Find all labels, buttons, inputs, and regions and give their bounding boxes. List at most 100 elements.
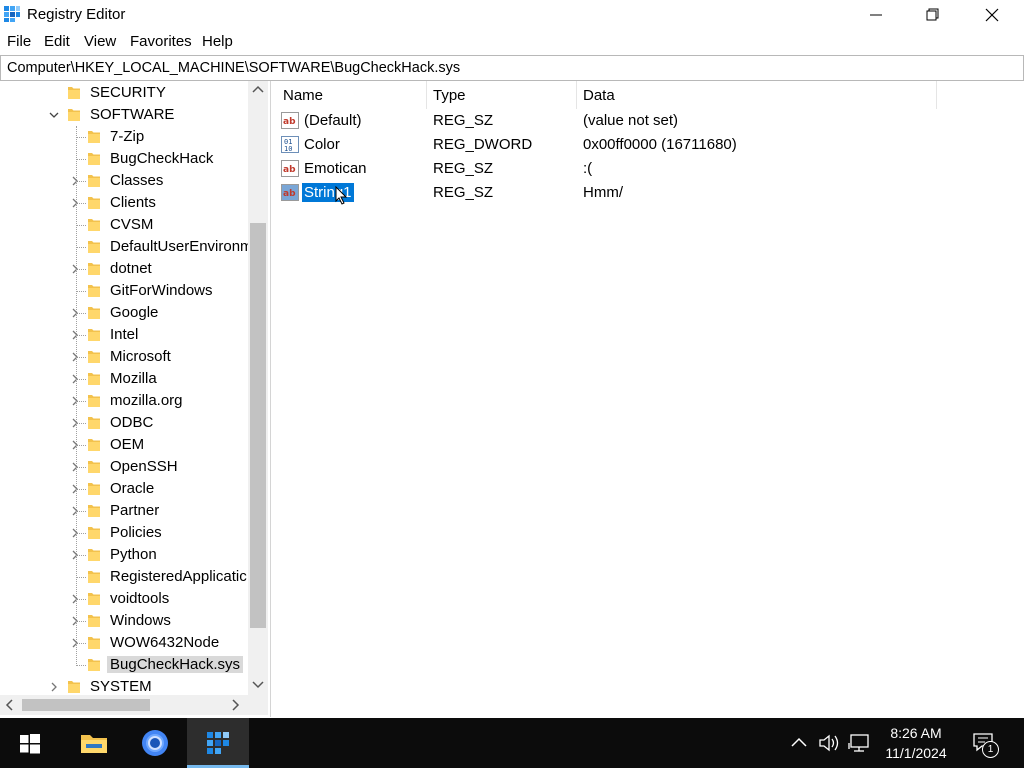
chevron-right-icon[interactable] (70, 330, 80, 340)
chevron-right-icon[interactable] (70, 352, 80, 362)
tree-item[interactable]: DefaultUserEnvironm (0, 236, 253, 258)
folder-icon (87, 194, 101, 210)
clock-time: 8:26 AM (890, 725, 942, 741)
chevron-right-icon[interactable] (70, 638, 80, 648)
tree-item[interactable]: Intel (0, 324, 248, 346)
scroll-up-icon[interactable] (252, 85, 264, 93)
chevron-right-icon[interactable] (49, 682, 59, 692)
network-icon[interactable] (848, 733, 870, 753)
action-center-button[interactable]: 1 (966, 730, 1006, 758)
tree-item[interactable]: Windows (0, 610, 248, 632)
tree-item-label: OEM (110, 436, 145, 453)
tree-item[interactable]: Microsoft (0, 346, 248, 368)
close-button[interactable] (963, 0, 1021, 30)
value-row[interactable]: ab Emotican REG_SZ:( (276, 157, 1024, 181)
tree-item[interactable]: Oracle (0, 478, 248, 500)
tree-item[interactable]: SOFTWARE (0, 104, 248, 126)
chevron-right-icon[interactable] (70, 440, 80, 450)
minimize-button[interactable] (847, 0, 905, 30)
chevron-right-icon[interactable] (70, 616, 80, 626)
tree-item[interactable]: WOW6432Node (0, 632, 248, 654)
tree-item[interactable]: voidtools (0, 588, 248, 610)
chevron-right-icon[interactable] (70, 374, 80, 384)
scroll-right-icon[interactable] (232, 699, 240, 711)
menu-favorites[interactable]: Favorites (130, 33, 192, 50)
value-row[interactable]: ab (Default) REG_SZ (value not set) (276, 109, 1024, 133)
tree-item[interactable]: dotnet (0, 258, 248, 280)
menu-help[interactable]: Help (202, 33, 233, 50)
value-data: :( (583, 160, 593, 177)
tree-item[interactable]: RegisteredApplicatic (0, 566, 248, 588)
taskbar-chrome[interactable] (124, 718, 186, 768)
chevron-right-icon[interactable] (70, 506, 80, 516)
column-header-data[interactable]: Data (576, 81, 937, 109)
tree-item-label: DefaultUserEnvironm (110, 238, 253, 255)
chevron-right-icon[interactable] (70, 308, 80, 318)
tree-item[interactable]: CVSM (0, 214, 248, 236)
tree-horizontal-scroll-thumb[interactable] (22, 699, 150, 711)
minimize-icon (870, 14, 882, 16)
tree-item[interactable]: ODBC (0, 412, 248, 434)
chevron-right-icon[interactable] (70, 484, 80, 494)
tree-horizontal-scrollbar[interactable] (0, 695, 248, 715)
chevron-up-icon[interactable] (791, 737, 807, 747)
tree-item[interactable]: Partner (0, 500, 248, 522)
folder-icon (87, 590, 101, 606)
chevron-right-icon[interactable] (70, 462, 80, 472)
tree-item[interactable]: Python (0, 544, 248, 566)
address-bar[interactable]: Computer\HKEY_LOCAL_MACHINE\SOFTWARE\Bug… (0, 55, 1024, 81)
chevron-right-icon[interactable] (70, 550, 80, 560)
chevron-right-icon[interactable] (70, 594, 80, 604)
start-button[interactable] (0, 718, 62, 768)
tree-item-label: Mozilla (110, 370, 157, 387)
chevron-right-icon[interactable] (70, 396, 80, 406)
tree-vertical-scrollbar[interactable] (248, 81, 268, 695)
folder-icon (87, 656, 101, 672)
scroll-left-icon[interactable] (5, 699, 13, 711)
chevron-down-icon[interactable] (49, 110, 59, 120)
value-row[interactable]: 01 10 Color REG_DWORD 0x00ff0000 (16711680) (276, 133, 1024, 157)
tree-item[interactable]: OEM (0, 434, 248, 456)
tree-item[interactable]: Classes (0, 170, 248, 192)
tree-vertical-scroll-thumb[interactable] (250, 223, 266, 628)
menu-file[interactable]: File (7, 33, 31, 50)
tree-item[interactable]: SECURITY (0, 82, 248, 104)
taskbar-file-explorer[interactable] (62, 718, 124, 768)
tree-item[interactable]: Google (0, 302, 248, 324)
menu-edit[interactable]: Edit (44, 33, 70, 50)
folder-icon (87, 612, 101, 628)
folder-icon (67, 106, 81, 122)
chevron-right-icon[interactable] (70, 528, 80, 538)
restore-button[interactable] (904, 0, 962, 30)
tree-item[interactable]: Clients (0, 192, 248, 214)
value-name[interactable]: Emotican (302, 159, 369, 178)
tree-item-label: Intel (110, 326, 139, 343)
taskbar-registry-editor[interactable] (187, 718, 249, 768)
column-header-name[interactable]: Name (276, 81, 427, 109)
value-name[interactable]: Color (302, 135, 342, 154)
volume-icon[interactable] (818, 733, 840, 753)
tree-item[interactable]: GitForWindows (0, 280, 248, 302)
column-header-type[interactable]: Type (426, 81, 577, 109)
system-clock[interactable]: 8:26 AM 11/1/2024 (876, 723, 956, 763)
scroll-down-icon[interactable] (252, 681, 264, 689)
tree-item[interactable]: 7-Zip (0, 126, 248, 148)
chevron-right-icon[interactable] (70, 264, 80, 274)
tree-item[interactable]: Mozilla (0, 368, 248, 390)
tree-item[interactable]: BugCheckHack (0, 148, 248, 170)
tree-item[interactable]: BugCheckHack.sys (0, 654, 248, 676)
value-row[interactable]: ab String1 REG_SZ Hmm/ (276, 181, 1024, 205)
chevron-right-icon[interactable] (70, 198, 80, 208)
tree-item-label: voidtools (110, 590, 170, 607)
values-list: Name Type Data ab (Default) REG_SZ (value n… (276, 81, 1024, 717)
menu-view[interactable]: View (84, 33, 116, 50)
window-title: Registry Editor (27, 6, 126, 23)
column-header-type-label: Type (433, 87, 466, 104)
chevron-right-icon[interactable] (70, 418, 80, 428)
chevron-right-icon[interactable] (70, 176, 80, 186)
tree-item[interactable]: Policies (0, 522, 248, 544)
value-name[interactable]: (Default) (302, 111, 364, 130)
tree-item[interactable]: mozilla.org (0, 390, 248, 412)
tree-item[interactable]: OpenSSH (0, 456, 248, 478)
chrome-icon (142, 730, 168, 756)
